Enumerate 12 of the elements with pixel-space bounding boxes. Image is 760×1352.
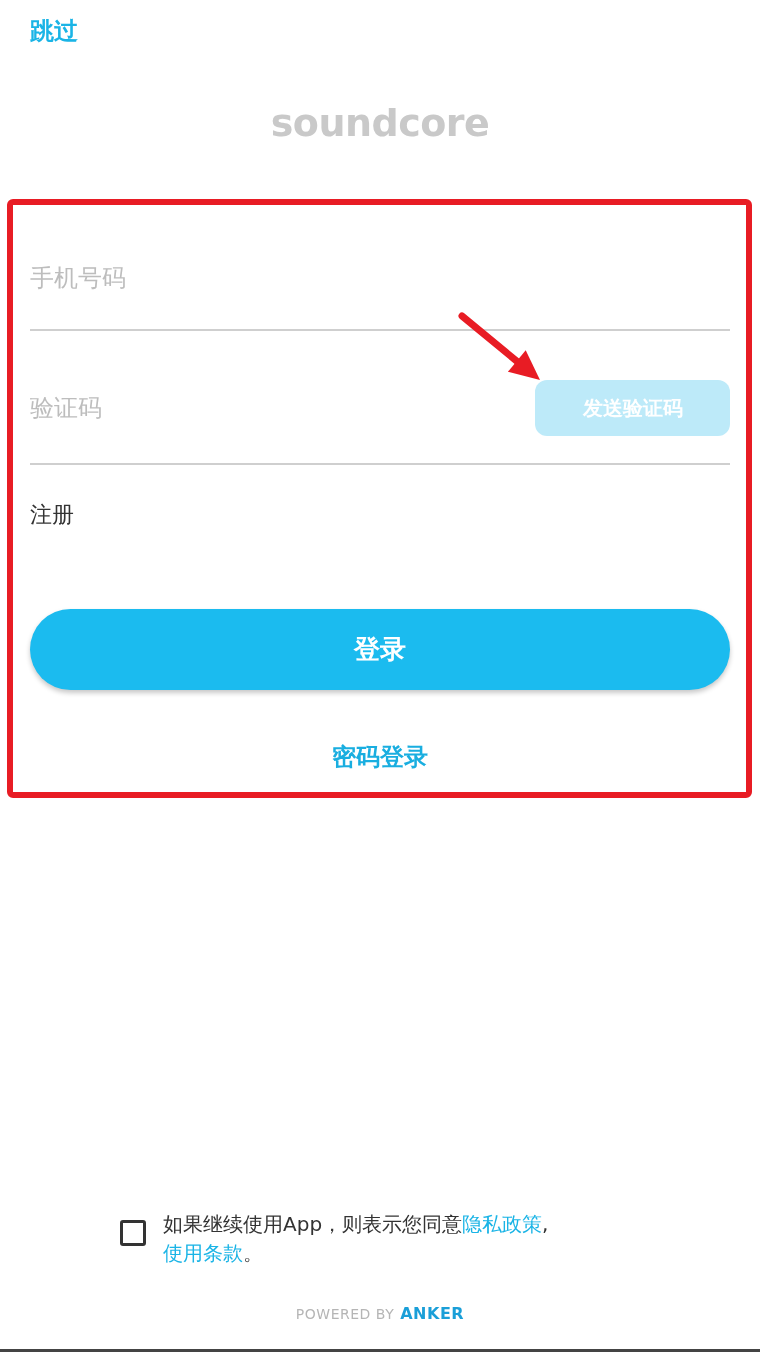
code-input-field[interactable]: 验证码 <box>30 391 519 425</box>
powered-by-text: POWERED BY <box>295 1305 395 1324</box>
agree-checkbox[interactable] <box>120 1220 146 1246</box>
policy-link[interactable]: 使用条款 <box>163 1241 243 1265</box>
skip-link[interactable]: 跳过 <box>30 16 78 46</box>
agreement-text: 如果继续使用App，则表示您同意隐私政策, 使用条款。 <box>163 1211 550 1267</box>
login-button[interactable]: 登录 <box>30 609 730 690</box>
password-login-link[interactable]: 密码登录 <box>332 742 428 772</box>
anker-logo: ANKER <box>400 1304 465 1324</box>
phone-input-field[interactable]: 手机号码 <box>30 261 730 295</box>
policy-link[interactable]: 隐私政策 <box>462 1212 543 1236</box>
register-link[interactable]: 注册 <box>30 501 74 529</box>
